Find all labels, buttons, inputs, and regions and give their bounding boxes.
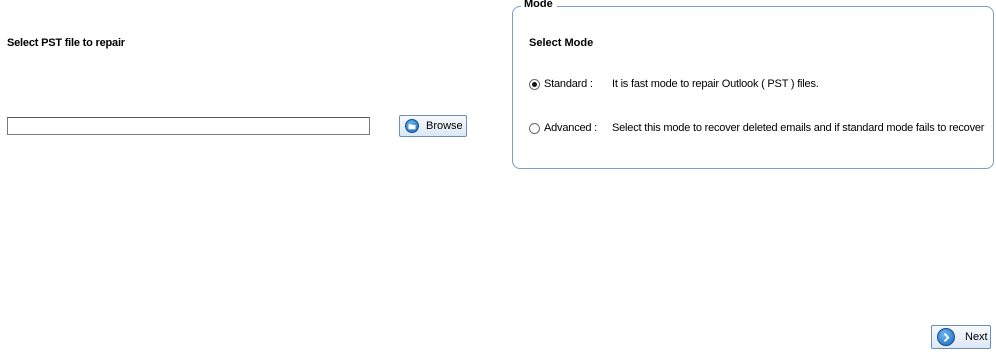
advanced-mode-description: Select this mode to recover deleted emai… <box>612 122 985 134</box>
next-button-label: Next <box>965 331 988 343</box>
mode-option-advanced[interactable]: Advanced : Select this mode to recover d… <box>529 122 984 134</box>
pst-file-path-input[interactable] <box>7 117 370 135</box>
select-file-label: Select PST file to repair <box>7 37 125 49</box>
radio-selected-dot <box>532 81 537 87</box>
pst-repair-page: Select PST file to repair Browse Mode Se… <box>0 0 996 356</box>
folder-circle-icon <box>405 119 419 133</box>
standard-radio[interactable] <box>529 78 540 90</box>
next-button[interactable]: Next <box>931 325 991 349</box>
mode-group-legend: Mode <box>521 0 557 10</box>
standard-radio-label[interactable]: Standard : <box>544 78 612 90</box>
browse-button-label: Browse <box>426 120 463 132</box>
mode-option-standard[interactable]: Standard : It is fast mode to repair Out… <box>529 78 819 90</box>
select-mode-heading: Select Mode <box>529 37 594 49</box>
advanced-radio[interactable] <box>529 122 540 134</box>
browse-button[interactable]: Browse <box>399 115 467 137</box>
advanced-radio-label[interactable]: Advanced : <box>544 122 612 134</box>
standard-mode-description: It is fast mode to repair Outlook ( PST … <box>612 78 819 90</box>
arrow-right-circle-icon <box>937 328 955 346</box>
mode-group: Mode Select Mode Standard : It is fast m… <box>512 0 994 169</box>
